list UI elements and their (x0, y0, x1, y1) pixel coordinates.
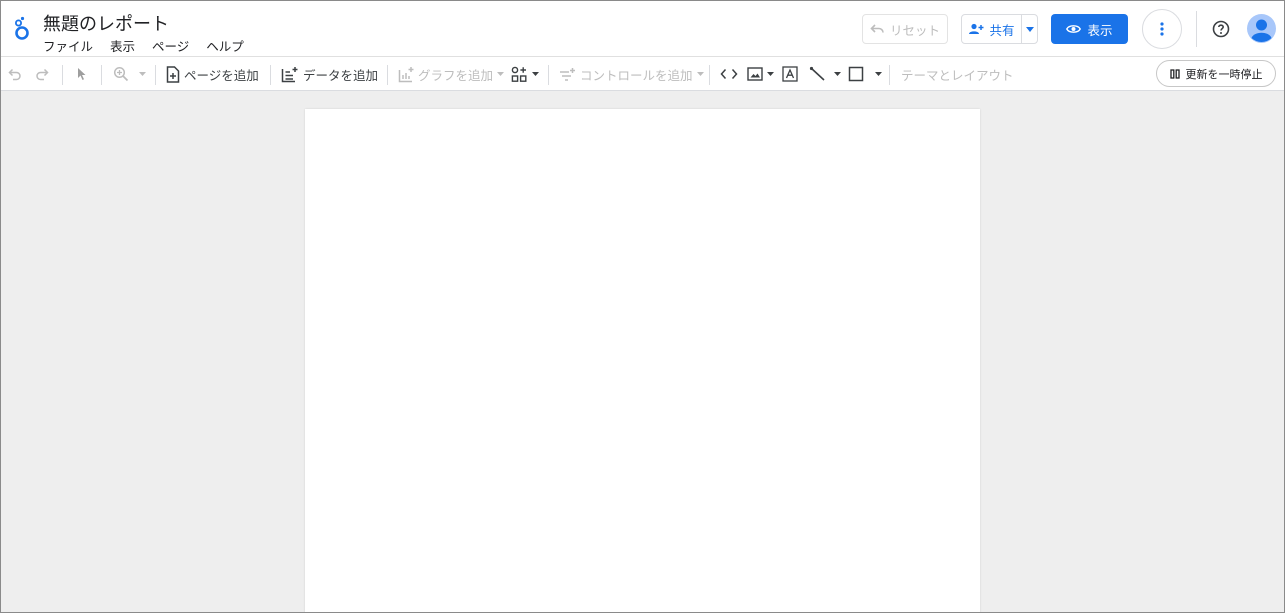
add-component-button[interactable] (511, 57, 539, 91)
share-label: 共有 (989, 22, 1015, 38)
add-page-button[interactable]: ページを追加 (166, 57, 259, 91)
caret-down-icon (767, 72, 774, 76)
add-chart-icon (398, 66, 414, 82)
pause-icon (1169, 68, 1180, 79)
add-page-icon (166, 65, 180, 83)
add-control-label: コントロールを追加 (580, 67, 693, 83)
add-component-icon (511, 66, 527, 82)
header-divider (1196, 11, 1197, 47)
more-options-button[interactable] (1142, 9, 1182, 49)
add-person-icon (968, 23, 984, 35)
add-data-icon (281, 66, 298, 82)
text-box-icon[interactable] (782, 57, 798, 91)
share-button[interactable]: 共有 (962, 15, 1022, 43)
toolbar-divider (387, 65, 388, 85)
share-dropdown-caret[interactable] (1022, 15, 1037, 43)
zoom-button[interactable] (113, 57, 146, 91)
report-canvas-area (1, 91, 1284, 612)
menu-page[interactable]: ページ (152, 36, 189, 55)
caret-down-icon (532, 72, 539, 76)
menu-bar: ファイル 表示 ページ ヘルプ (43, 36, 261, 55)
editor-toolbar: ページを追加 データを追加 グラフを追加 コントロールを追加 テーマとレイアウト… (1, 56, 1284, 91)
add-data-label: データを追加 (303, 67, 379, 83)
add-chart-button[interactable]: グラフを追加 (398, 57, 505, 91)
caret-down-icon (834, 72, 841, 76)
view-button[interactable]: 表示 (1051, 14, 1128, 44)
add-chart-label: グラフを追加 (418, 67, 494, 83)
share-button-group: 共有 (961, 14, 1038, 44)
rectangle-shape-icon (848, 66, 864, 82)
caret-down-icon (497, 72, 505, 76)
pause-updates-label: 更新を一時停止 (1185, 67, 1263, 81)
menu-file[interactable]: ファイル (43, 36, 93, 55)
undo-icon[interactable] (8, 57, 22, 91)
undo-arrow-icon (870, 23, 884, 35)
select-pointer-icon[interactable] (76, 57, 88, 91)
toolbar-divider (889, 65, 890, 85)
theme-and-layout-button[interactable]: テーマとレイアウト (901, 57, 1014, 91)
toolbar-divider (62, 65, 63, 85)
insert-image-button[interactable] (747, 57, 774, 91)
add-data-button[interactable]: データを追加 (281, 57, 378, 91)
app-window: 無題のレポート ファイル 表示 ページ ヘルプ リセット 共有 表示 ページを追… (0, 0, 1285, 613)
add-page-label: ページを追加 (184, 67, 259, 83)
menu-help[interactable]: ヘルプ (206, 36, 244, 55)
toolbar-divider (270, 65, 271, 85)
insert-line-button[interactable] (809, 57, 841, 91)
caret-down-icon (1025, 26, 1034, 32)
add-control-icon (560, 67, 575, 81)
app-header: 無題のレポート ファイル 表示 ページ ヘルプ リセット 共有 表示 (1, 1, 1284, 56)
view-label: 表示 (1087, 22, 1113, 38)
theme-layout-label: テーマとレイアウト (901, 67, 1014, 83)
account-avatar[interactable] (1247, 14, 1276, 43)
looker-studio-logo-icon[interactable] (12, 15, 32, 41)
image-icon (747, 67, 763, 81)
pause-updates-button[interactable]: 更新を一時停止 (1156, 60, 1276, 87)
toolbar-divider (101, 65, 102, 85)
toolbar-divider (155, 65, 156, 85)
caret-down-icon (875, 72, 882, 76)
add-control-button[interactable]: コントロールを追加 (559, 57, 704, 91)
reset-label: リセット (889, 22, 940, 38)
line-icon (809, 66, 825, 81)
reset-button[interactable]: リセット (862, 14, 948, 44)
redo-icon[interactable] (35, 57, 49, 91)
help-icon[interactable] (1209, 17, 1233, 41)
insert-shape-button[interactable] (848, 57, 882, 91)
caret-down-icon (696, 72, 704, 76)
report-page[interactable] (305, 109, 980, 612)
vertical-dots-icon (1160, 22, 1164, 36)
report-title[interactable]: 無題のレポート (43, 10, 169, 36)
zoom-in-icon (113, 66, 129, 82)
embed-code-icon[interactable] (720, 57, 738, 91)
eye-icon (1066, 24, 1082, 34)
caret-down-icon (139, 72, 146, 76)
menu-view[interactable]: 表示 (110, 36, 135, 55)
toolbar-divider (709, 65, 710, 85)
toolbar-divider (548, 65, 549, 85)
